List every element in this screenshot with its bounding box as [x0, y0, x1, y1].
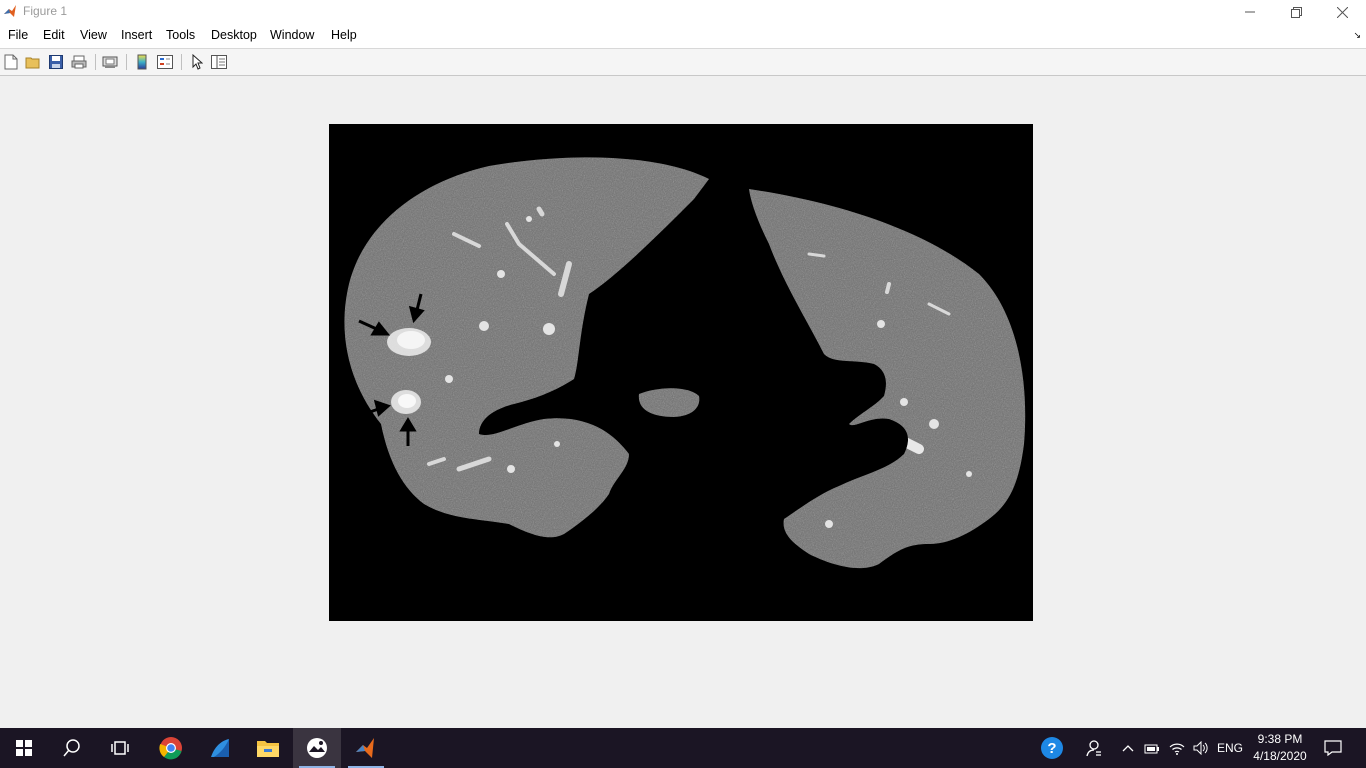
nodule-upper — [387, 328, 431, 356]
battery-icon — [1144, 744, 1159, 754]
taskbar-file-explorer[interactable] — [244, 728, 292, 768]
matlab-icon — [356, 738, 374, 758]
menu-file[interactable]: File — [8, 28, 28, 42]
ct-lung-image — [329, 124, 1033, 621]
figure-toolbar — [0, 49, 1366, 76]
volume-icon — [1193, 741, 1208, 755]
input-language[interactable]: ENG — [1214, 728, 1246, 768]
close-button[interactable] — [1319, 0, 1365, 24]
network-tray-button[interactable] — [1166, 728, 1188, 768]
toolbar-separator — [126, 54, 127, 70]
svg-text:?: ? — [1047, 740, 1056, 757]
insert-colorbar-icon — [137, 54, 147, 70]
new-figure-button[interactable] — [2, 53, 20, 71]
save-button[interactable] — [47, 53, 65, 71]
menu-desktop[interactable]: Desktop — [211, 28, 257, 42]
clock-time: 9:38 PM — [1257, 732, 1303, 746]
show-hidden-icons-button[interactable] — [1118, 728, 1138, 768]
search-button[interactable] — [48, 728, 96, 768]
chevron-up-icon — [1122, 745, 1134, 752]
search-icon — [63, 739, 80, 757]
minimize-button[interactable] — [1227, 0, 1273, 24]
menu-bar: File Edit View Insert Tools Desktop Wind… — [0, 24, 1366, 49]
start-button[interactable] — [0, 728, 48, 768]
task-view-icon — [111, 741, 129, 755]
taskbar-chrome[interactable] — [147, 728, 195, 768]
battery-tray-button[interactable] — [1142, 728, 1162, 768]
toolbar-separator — [95, 54, 96, 70]
menu-tools[interactable]: Tools — [166, 28, 195, 42]
help-icon: ? — [1041, 737, 1063, 759]
edit-plot-icon — [192, 54, 203, 70]
expand-toolbar-icon[interactable]: ↘ — [1353, 30, 1361, 41]
window-title: Figure 1 — [23, 4, 68, 18]
notification-icon — [1324, 740, 1342, 756]
action-center-button[interactable] — [1318, 728, 1348, 768]
insert-legend-button[interactable] — [156, 53, 174, 71]
restore-icon — [1290, 6, 1302, 18]
close-icon — [1336, 6, 1348, 18]
property-inspector-button[interactable] — [210, 53, 228, 71]
print-icon — [71, 55, 87, 69]
taskbar-clock[interactable]: 9:38 PM 4/18/2020 — [1250, 731, 1310, 765]
open-file-button[interactable] — [24, 53, 42, 71]
toolbar-separator — [181, 54, 182, 70]
app-icon — [211, 739, 229, 757]
task-view-button[interactable] — [96, 728, 144, 768]
matlab-icon — [4, 5, 16, 17]
clock-date: 4/18/2020 — [1253, 749, 1307, 763]
menu-window[interactable]: Window — [270, 28, 314, 42]
help-tray-button[interactable]: ? — [1038, 728, 1066, 768]
save-icon — [49, 55, 63, 69]
wifi-icon — [1169, 743, 1185, 755]
menu-help[interactable]: Help — [331, 28, 357, 42]
window-titlebar: Figure 1 — [0, 0, 1366, 24]
taskbar-matlab[interactable] — [342, 728, 390, 768]
start-icon — [16, 740, 32, 756]
menu-insert[interactable]: Insert — [121, 28, 152, 42]
edit-plot-button[interactable] — [188, 53, 206, 71]
property-inspector-icon — [211, 55, 227, 69]
menu-edit[interactable]: Edit — [43, 28, 65, 42]
taskbar-app[interactable] — [196, 728, 244, 768]
image-axes[interactable] — [329, 124, 1033, 621]
link-plot-button[interactable] — [101, 53, 119, 71]
print-button[interactable] — [70, 53, 88, 71]
taskbar: ? ENG 9:38 PM 4/18/2020 — [0, 728, 1366, 768]
people-tray-button[interactable] — [1080, 728, 1106, 768]
new-figure-icon — [4, 54, 18, 70]
chrome-icon — [159, 737, 182, 760]
insert-colorbar-button[interactable] — [133, 53, 151, 71]
minimize-icon — [1245, 11, 1255, 13]
taskbar-photos[interactable] — [293, 728, 341, 768]
file-explorer-icon — [257, 741, 279, 757]
restore-button[interactable] — [1273, 0, 1319, 24]
volume-tray-button[interactable] — [1190, 728, 1212, 768]
menu-view[interactable]: View — [80, 28, 107, 42]
link-plot-icon — [102, 56, 118, 68]
insert-legend-icon — [157, 55, 173, 69]
people-icon — [1086, 740, 1101, 757]
nodule-lower — [391, 390, 421, 414]
photos-icon — [307, 738, 327, 758]
open-file-icon — [25, 57, 40, 69]
